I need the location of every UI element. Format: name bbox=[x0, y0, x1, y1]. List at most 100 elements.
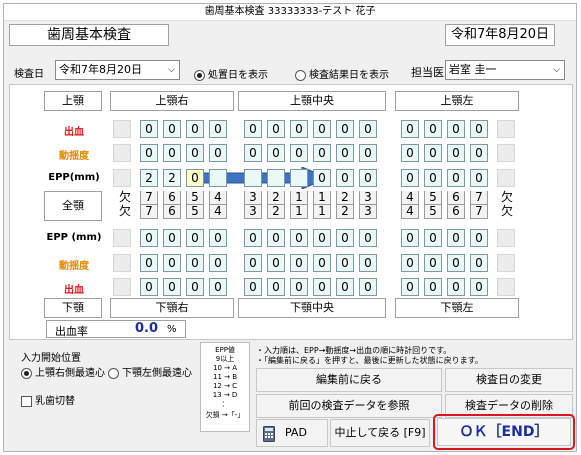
upper-epp-cell[interactable] bbox=[209, 169, 227, 187]
lower-bleeding-cell[interactable]: 0 bbox=[313, 278, 331, 296]
ok-end-button[interactable]: ＯＫ［END］ bbox=[437, 418, 571, 446]
tooth-number[interactable]: 5 bbox=[424, 191, 442, 205]
lower-epp-cell[interactable]: 0 bbox=[336, 229, 354, 247]
upper-mobility-cell[interactable]: 0 bbox=[163, 144, 181, 162]
upper-bleeding-cell[interactable]: 0 bbox=[470, 120, 488, 138]
tooth-number[interactable]: 7 bbox=[470, 191, 488, 205]
upper-epp-cell[interactable]: 0 bbox=[470, 169, 488, 187]
upper-epp-cell[interactable] bbox=[267, 169, 285, 187]
lower-epp-cell[interactable]: 0 bbox=[359, 229, 377, 247]
upper-mobility-cell[interactable]: 0 bbox=[209, 144, 227, 162]
revert-button[interactable]: 編集前に戻る bbox=[256, 368, 442, 392]
lower-epp-cell[interactable]: 0 bbox=[244, 229, 262, 247]
doctor-select[interactable]: 岩室 圭一 ⌵ bbox=[445, 60, 565, 80]
lower-epp-cell[interactable]: 0 bbox=[290, 229, 308, 247]
upper-epp-cell[interactable]: 2 bbox=[163, 169, 181, 187]
upper-bleeding-cell[interactable]: 0 bbox=[313, 120, 331, 138]
upper-epp-cell[interactable]: 0 bbox=[401, 169, 419, 187]
tooth-number[interactable]: 3 bbox=[359, 205, 377, 219]
tooth-number[interactable]: 5 bbox=[186, 191, 204, 205]
lower-mobility-cell[interactable]: 0 bbox=[424, 254, 442, 272]
upper-mobility-cell[interactable]: 0 bbox=[447, 144, 465, 162]
upper-mobility-cell[interactable]: 0 bbox=[336, 144, 354, 162]
upper-bleeding-cell[interactable]: 0 bbox=[401, 120, 419, 138]
lower-mobility-cell[interactable]: 0 bbox=[290, 254, 308, 272]
tooth-number[interactable]: 6 bbox=[163, 191, 181, 205]
tooth-number[interactable]: 4 bbox=[209, 191, 227, 205]
lower-epp-cell[interactable]: 0 bbox=[163, 229, 181, 247]
tooth-number[interactable]: 4 bbox=[401, 191, 419, 205]
upper-bleeding-cell[interactable]: 0 bbox=[267, 120, 285, 138]
upper-mobility-cell[interactable]: 0 bbox=[470, 144, 488, 162]
radio-input-upper[interactable]: 上顎右側最遠心 bbox=[21, 364, 105, 379]
missing-mark[interactable]: 欠 bbox=[116, 191, 134, 205]
lower-mobility-cell[interactable]: 0 bbox=[267, 254, 285, 272]
upper-epp-cell[interactable] bbox=[244, 169, 262, 187]
lower-bleeding-cell[interactable]: 0 bbox=[359, 278, 377, 296]
upper-epp-cell[interactable]: 0 bbox=[336, 169, 354, 187]
lower-bleeding-cell[interactable]: 0 bbox=[163, 278, 181, 296]
lower-epp-cell[interactable]: 0 bbox=[470, 229, 488, 247]
tooth-number[interactable]: 7 bbox=[140, 205, 158, 219]
lower-mobility-cell[interactable]: 0 bbox=[359, 254, 377, 272]
lower-bleeding-cell[interactable]: 0 bbox=[290, 278, 308, 296]
tooth-number[interactable]: 6 bbox=[447, 205, 465, 219]
missing-mark[interactable]: 欠 bbox=[498, 191, 516, 205]
lower-epp-cell[interactable]: 0 bbox=[424, 229, 442, 247]
upper-mobility-cell[interactable]: 0 bbox=[313, 144, 331, 162]
upper-mobility-cell[interactable]: 0 bbox=[401, 144, 419, 162]
missing-mark[interactable]: 欠 bbox=[498, 205, 516, 219]
tooth-number[interactable]: 4 bbox=[209, 205, 227, 219]
missing-mark[interactable]: 欠 bbox=[116, 205, 134, 219]
reference-button[interactable]: 前回の検査データを参照 bbox=[256, 394, 442, 418]
upper-mobility-cell[interactable]: 0 bbox=[267, 144, 285, 162]
tooth-number[interactable]: 5 bbox=[186, 205, 204, 219]
upper-bleeding-cell[interactable]: 0 bbox=[163, 120, 181, 138]
upper-mobility-cell[interactable]: 0 bbox=[140, 144, 158, 162]
upper-bleeding-cell[interactable]: 0 bbox=[359, 120, 377, 138]
lower-mobility-cell[interactable]: 0 bbox=[244, 254, 262, 272]
lower-mobility-cell[interactable]: 0 bbox=[447, 254, 465, 272]
lower-epp-cell[interactable]: 0 bbox=[401, 229, 419, 247]
lower-bleeding-cell[interactable]: 0 bbox=[470, 278, 488, 296]
upper-mobility-cell[interactable]: 0 bbox=[244, 144, 262, 162]
lower-mobility-cell[interactable]: 0 bbox=[209, 254, 227, 272]
tooth-number[interactable]: 2 bbox=[336, 205, 354, 219]
upper-epp-cell[interactable]: 0 bbox=[186, 169, 204, 187]
lower-bleeding-cell[interactable]: 0 bbox=[244, 278, 262, 296]
upper-bleeding-cell[interactable]: 0 bbox=[336, 120, 354, 138]
lower-epp-cell[interactable]: 0 bbox=[267, 229, 285, 247]
lower-bleeding-cell[interactable]: 0 bbox=[140, 278, 158, 296]
tooth-number[interactable]: 1 bbox=[313, 191, 331, 205]
exam-date-select[interactable]: 令和7年8月20日 ⌵ bbox=[55, 60, 180, 80]
tooth-number[interactable]: 3 bbox=[244, 205, 262, 219]
change-date-button[interactable]: 検査日の変更 bbox=[445, 368, 573, 392]
tooth-number[interactable]: 1 bbox=[290, 191, 308, 205]
tooth-number[interactable]: 1 bbox=[313, 205, 331, 219]
upper-mobility-cell[interactable]: 0 bbox=[424, 144, 442, 162]
upper-bleeding-cell[interactable]: 0 bbox=[140, 120, 158, 138]
upper-bleeding-cell[interactable]: 0 bbox=[424, 120, 442, 138]
radio-input-lower[interactable]: 下顎左側最遠心 bbox=[108, 364, 192, 379]
lower-mobility-cell[interactable]: 0 bbox=[140, 254, 158, 272]
tooth-number[interactable]: 1 bbox=[290, 205, 308, 219]
lower-epp-cell[interactable]: 0 bbox=[209, 229, 227, 247]
upper-bleeding-cell[interactable]: 0 bbox=[447, 120, 465, 138]
tooth-number[interactable]: 2 bbox=[336, 191, 354, 205]
upper-mobility-cell[interactable]: 0 bbox=[359, 144, 377, 162]
upper-epp-cell[interactable]: 0 bbox=[424, 169, 442, 187]
lower-bleeding-cell[interactable]: 0 bbox=[209, 278, 227, 296]
tooth-number[interactable]: 7 bbox=[140, 191, 158, 205]
tooth-number[interactable]: 2 bbox=[267, 205, 285, 219]
upper-epp-cell[interactable]: 2 bbox=[140, 169, 158, 187]
tooth-number[interactable]: 5 bbox=[424, 205, 442, 219]
upper-mobility-cell[interactable]: 0 bbox=[186, 144, 204, 162]
lower-bleeding-cell[interactable]: 0 bbox=[186, 278, 204, 296]
lower-bleeding-cell[interactable]: 0 bbox=[336, 278, 354, 296]
lower-epp-cell[interactable]: 0 bbox=[447, 229, 465, 247]
lower-mobility-cell[interactable]: 0 bbox=[163, 254, 181, 272]
tooth-number[interactable]: 2 bbox=[267, 191, 285, 205]
lower-mobility-cell[interactable]: 0 bbox=[186, 254, 204, 272]
lower-epp-cell[interactable]: 0 bbox=[186, 229, 204, 247]
pad-button[interactable]: PAD bbox=[256, 419, 328, 447]
